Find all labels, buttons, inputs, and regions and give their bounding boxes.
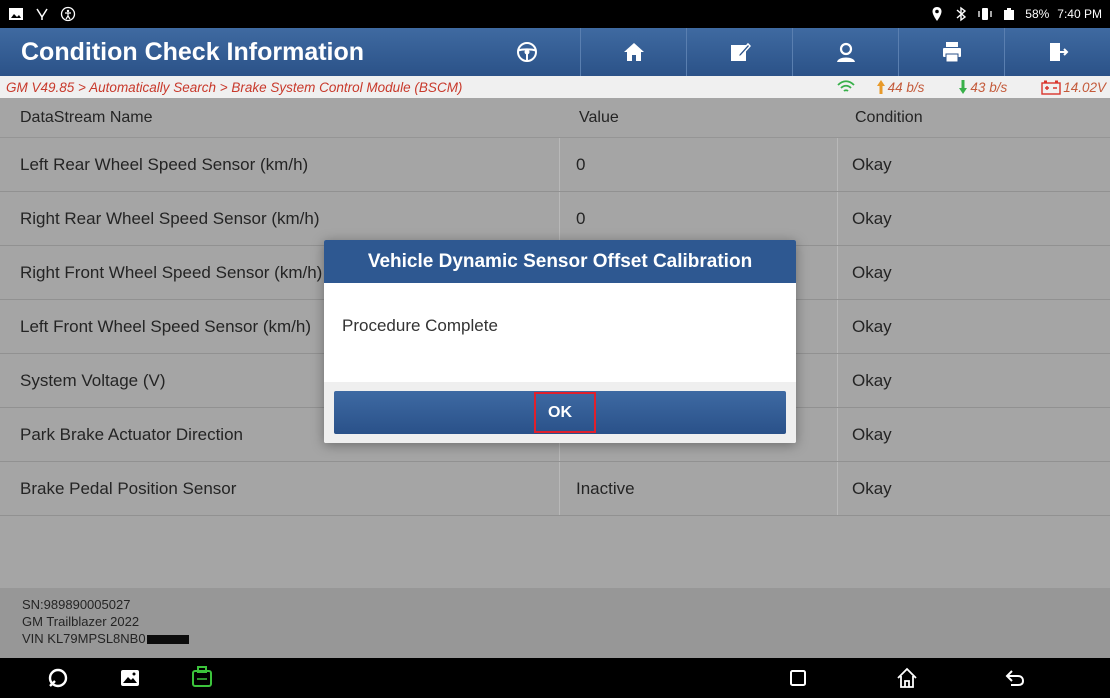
steering-wheel-button[interactable]	[474, 28, 580, 76]
calibration-dialog: Vehicle Dynamic Sensor Offset Calibratio…	[324, 240, 796, 443]
home-nav-icon[interactable]	[895, 666, 919, 690]
accessibility-icon	[60, 6, 76, 22]
status-bar: 58% 7:40 PM	[0, 0, 1110, 28]
upload-arrow-icon	[876, 80, 885, 94]
vibrate-icon	[978, 8, 992, 20]
navigation-bar	[0, 658, 1110, 698]
battery-level: 58%	[1025, 7, 1050, 21]
upload-rate-value: 44 b/s	[887, 79, 925, 95]
back-icon[interactable]	[1003, 666, 1027, 690]
gallery-notification-icon	[9, 8, 23, 20]
dialog-footer: OK	[324, 382, 796, 443]
wifi-icon	[837, 80, 855, 92]
gallery-icon[interactable]	[118, 666, 142, 690]
download-arrow-icon	[959, 80, 968, 94]
edit-button[interactable]	[686, 28, 792, 76]
battery-voltage-value: 14.02V	[1063, 79, 1106, 95]
recent-apps-icon[interactable]	[786, 666, 810, 690]
clock: 7:40 PM	[1057, 7, 1102, 21]
user-button[interactable]	[792, 28, 898, 76]
browser-icon[interactable]	[46, 666, 70, 690]
exit-icon	[1049, 43, 1068, 61]
breadcrumb: GM V49.85 > Automatically Search > Brake…	[6, 79, 463, 95]
battery-icon	[1004, 8, 1015, 20]
location-icon	[932, 7, 942, 21]
home-icon	[623, 43, 644, 61]
download-rate: 43 b/s	[958, 79, 1007, 95]
header-toolbar	[474, 28, 1110, 76]
home-button[interactable]	[580, 28, 686, 76]
car-battery-icon	[1041, 80, 1061, 95]
steering-wheel-icon	[517, 42, 537, 62]
dialog-title: Vehicle Dynamic Sensor Offset Calibratio…	[324, 240, 796, 283]
dialog-message: Procedure Complete	[342, 316, 498, 335]
usb-debug-icon	[36, 8, 48, 20]
upload-rate: 44 b/s	[876, 79, 925, 95]
page-title: Condition Check Information	[21, 37, 365, 66]
breadcrumb-bar: GM V49.85 > Automatically Search > Brake…	[0, 76, 1110, 98]
battery-voltage: 14.02V	[1041, 79, 1106, 95]
vci-icon[interactable]	[190, 666, 214, 690]
app-header: Condition Check Information	[0, 28, 1110, 76]
user-icon	[836, 42, 855, 62]
connection-stats: 44 b/s 43 b/s 14.02V	[836, 79, 1110, 95]
ok-highlight-box	[534, 392, 596, 433]
edit-icon	[730, 42, 751, 61]
print-button[interactable]	[898, 28, 1004, 76]
download-rate-value: 43 b/s	[970, 79, 1008, 95]
ok-button[interactable]: OK	[334, 391, 786, 434]
exit-button[interactable]	[1004, 28, 1110, 76]
bluetooth-icon	[956, 6, 967, 22]
print-icon	[942, 42, 961, 63]
